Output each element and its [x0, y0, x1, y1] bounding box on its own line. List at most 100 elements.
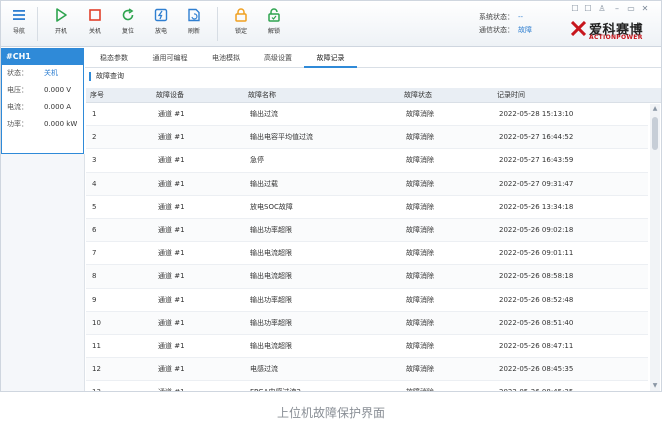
channel-row-key: 电压：: [7, 86, 28, 94]
table-cell: 通道 #1: [158, 365, 185, 374]
table-cell: 通道 #1: [158, 133, 185, 142]
refresh-label: 刷新: [187, 28, 200, 35]
table-row[interactable]: 7 通道 #1 输出电流超限 故障消除 2022-05-26 09:01:11: [86, 242, 648, 266]
table-cell: 输出电流超限: [250, 272, 292, 281]
power-off-button[interactable]: 关机: [81, 7, 109, 43]
scrollbar-thumb[interactable]: [652, 117, 658, 150]
table-cell: 通道 #1: [158, 381, 185, 391]
table-cell: 故障消除: [406, 110, 434, 118]
table-cell: 故障消除: [406, 295, 434, 304]
table-cell: 5: [92, 202, 97, 211]
table-cell: 电感过流: [250, 365, 278, 374]
menu-icon: [13, 10, 25, 20]
user-icon[interactable]: ♙: [597, 4, 607, 14]
tab-bar: 稳态参数 通用可编程 电池模拟 高级设置 故障记录: [85, 49, 661, 68]
table-header: 序号 故障设备 故障名称 故障状态 记录时间: [86, 88, 661, 103]
channel-row-value: 0.000 A: [44, 103, 72, 111]
table-cell: 通道 #1: [158, 318, 185, 327]
table-cell: 8: [92, 272, 97, 281]
table-cell: 通道 #1: [158, 179, 185, 188]
table-row[interactable]: 8 通道 #1 输出电流超限 故障消除 2022-05-26 08:58:18: [86, 265, 648, 289]
table-row[interactable]: 4 通道 #1 输出过载 故障消除 2022-05-27 09:31:47: [86, 172, 648, 196]
tab-steady-params[interactable]: 稳态参数: [89, 49, 139, 68]
scroll-up-icon[interactable]: ▲: [650, 104, 660, 114]
tab-programmable[interactable]: 通用可编程: [141, 49, 199, 68]
table-cell: 2: [92, 133, 97, 142]
table-cell: 2022-05-26 08:52:48: [499, 295, 574, 304]
table-row[interactable]: 13 通道 #1 FPGA电感过流2 故障消除 2022-05-26 08:45:35: [86, 381, 648, 391]
table-cell: 2022-05-27 16:44:52: [499, 133, 574, 142]
discharge-label: 放电: [154, 28, 167, 35]
brand-logo: 爱科赛博 ACTIONPOWER: [569, 19, 657, 43]
table-cell: 故障消除: [406, 381, 434, 391]
channel-row-value: 0.000 V: [44, 86, 72, 94]
tab-battery-sim[interactable]: 电池模拟: [201, 49, 251, 68]
table-row[interactable]: 2 通道 #1 输出电容平均值过流 故障消除 2022-05-27 16:44:52: [86, 126, 648, 150]
table-cell: 故障消除: [406, 225, 434, 234]
maximize-icon[interactable]: ▭: [626, 4, 636, 14]
channel-current-row: 电流： 0.000 A: [2, 99, 83, 116]
table-cell: 输出过流: [250, 110, 278, 118]
table-scrollbar[interactable]: ▲ ▼: [650, 104, 660, 391]
comm-status-label: 通信状态：: [479, 26, 514, 34]
table-cell: 故障消除: [406, 133, 434, 142]
table-cell: 输出电容平均值过流: [250, 133, 313, 142]
table-cell: 2022-05-26 08:58:18: [499, 272, 574, 281]
table-cell: 故障消除: [406, 318, 434, 327]
caption: 上位机故障保护界面: [276, 406, 385, 420]
power-on-button[interactable]: 开机: [47, 7, 75, 43]
column-header-name[interactable]: 故障名称: [248, 88, 276, 103]
tab-advanced[interactable]: 高级设置: [253, 49, 303, 68]
table-cell: 通道 #1: [158, 156, 185, 165]
channel-status-row: 状态： 关机: [2, 65, 83, 82]
system-status: 系统状态： -- 通信状态： 故障: [479, 11, 532, 37]
close-icon[interactable]: ✕: [640, 4, 650, 14]
scroll-down-icon[interactable]: ▼: [650, 381, 660, 391]
table-cell: 通道 #1: [158, 341, 185, 350]
lock-button[interactable]: 锁定: [227, 7, 255, 43]
channel-row-key: 状态：: [7, 69, 28, 77]
lock-icon: [235, 8, 247, 22]
table-cell: 10: [92, 318, 101, 327]
column-header-device[interactable]: 故障设备: [156, 88, 184, 103]
channel-power-row: 功率： 0.000 kW: [2, 116, 83, 133]
table-row[interactable]: 11 通道 #1 输出电流超限 故障消除 2022-05-26 08:47:11: [86, 335, 648, 359]
discharge-button[interactable]: 放电: [147, 7, 175, 43]
table-row[interactable]: 6 通道 #1 输出功率超限 故障消除 2022-05-26 09:02:18: [86, 218, 648, 243]
table-row[interactable]: 5 通道 #1 放电SOC故障 故障消除 2022-05-26 13:34:18: [86, 196, 648, 219]
table-cell: 1: [92, 110, 97, 118]
app-window: 导航 开机 关机 复位 放电 刷新 锁定 解锁 系统状态： -- 通信状态： 故…: [0, 0, 662, 392]
table-body: 1 通道 #1 输出过流 故障消除 2022-05-28 15:13:10 2 通道 #1 输…: [86, 103, 648, 391]
column-header-status[interactable]: 故障状态: [404, 88, 432, 103]
reset-button[interactable]: 复位: [114, 7, 142, 43]
table-cell: 输出功率超限: [250, 318, 292, 327]
column-header-time[interactable]: 记录时间: [497, 88, 525, 103]
table-cell: 4: [92, 179, 97, 188]
tab-fault-records[interactable]: 故障记录: [304, 49, 357, 68]
channel-row-key: 功率：: [7, 120, 28, 128]
table-row[interactable]: 3 通道 #1 急停 故障消除 2022-05-27 16:43:59: [86, 149, 648, 173]
power-on-label: 开机: [54, 28, 67, 35]
table-row[interactable]: 10 通道 #1 输出功率超限 故障消除 2022-05-26 08:51:40: [86, 311, 648, 335]
refresh-button[interactable]: 刷新: [180, 7, 208, 43]
table-cell: 2022-05-27 09:31:47: [499, 179, 574, 188]
comm-status-value: 故障: [518, 26, 532, 34]
table-cell: 2022-05-26 09:01:11: [499, 249, 574, 258]
nav-button[interactable]: 导航: [5, 7, 33, 43]
channel-voltage-row: 电压： 0.000 V: [2, 82, 83, 99]
table-cell: 6: [92, 225, 97, 234]
channel-panel[interactable]: #CH1 状态： 关机 电压： 0.000 V 电流： 0.000 A 功率： …: [1, 48, 84, 154]
column-header-index[interactable]: 序号: [90, 88, 104, 103]
unlock-button[interactable]: 解锁: [260, 7, 288, 43]
nav-label: 导航: [12, 28, 25, 35]
channel-row-value: 关机: [44, 69, 58, 77]
minimize-icon[interactable]: –: [612, 4, 622, 14]
table-row[interactable]: 1 通道 #1 输出过流 故障消除 2022-05-28 15:13:10: [86, 103, 648, 127]
table-row[interactable]: 9 通道 #1 输出功率超限 故障消除 2022-05-26 08:52:48: [86, 289, 648, 312]
table-cell: 故障消除: [406, 272, 434, 281]
table-cell: 9: [92, 295, 97, 304]
table-row[interactable]: 12 通道 #1 电感过流 故障消除 2022-05-26 08:45:35: [86, 358, 648, 382]
table-cell: 故障消除: [406, 341, 434, 350]
settings-icon[interactable]: ☐: [570, 4, 580, 14]
info-icon[interactable]: ☐: [583, 4, 593, 14]
